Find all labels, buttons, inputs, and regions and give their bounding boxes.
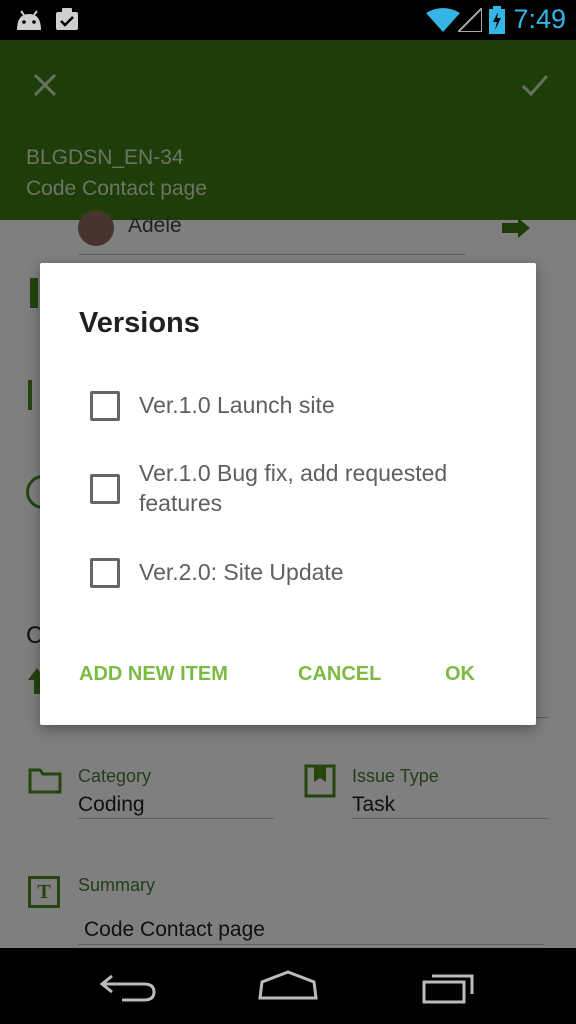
- versions-dialog: Versions Ver.1.0 Launch site Ver.1.0 Bug…: [40, 263, 536, 725]
- cancel-button[interactable]: CANCEL: [298, 663, 381, 686]
- battery-charging-icon: [489, 6, 505, 34]
- ok-button[interactable]: OK: [445, 663, 475, 686]
- version-option-label: Ver.1.0 Launch site: [139, 392, 335, 418]
- android-icon: [17, 10, 41, 30]
- checkbox[interactable]: [90, 391, 120, 421]
- status-bar: 7:49: [0, 0, 576, 40]
- cell-signal-icon: [458, 8, 482, 32]
- clock-time: 7:49: [513, 4, 566, 34]
- version-option-label: Ver.2.0: Site Update: [139, 559, 344, 585]
- clipboard-check-icon: [56, 8, 78, 30]
- add-new-item-button[interactable]: ADD NEW ITEM: [79, 663, 228, 686]
- back-icon[interactable]: [98, 970, 158, 1004]
- checkbox[interactable]: [90, 558, 120, 588]
- recent-apps-icon[interactable]: [420, 968, 478, 1004]
- home-icon[interactable]: [256, 968, 320, 1002]
- dialog-title: Versions: [79, 307, 200, 339]
- wifi-icon: [426, 8, 460, 32]
- version-option-label: Ver.1.0 Bug fix, add requested features: [139, 460, 448, 516]
- navigation-bar: [0, 948, 576, 1024]
- checkbox[interactable]: [90, 474, 120, 504]
